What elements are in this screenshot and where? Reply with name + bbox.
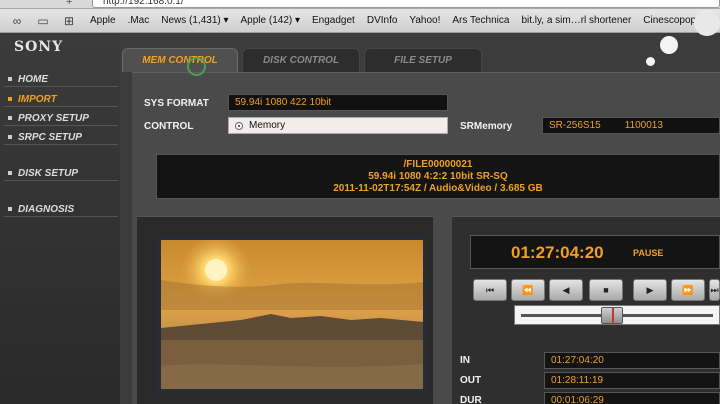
bullet-icon: [8, 116, 12, 120]
nav-item-label: DIAGNOSIS: [18, 203, 75, 215]
bookmark-apple[interactable]: Apple: [90, 15, 116, 26]
nav-item-label: PROXY SETUP: [18, 112, 89, 124]
dur-value: 00:01:06:29: [544, 392, 720, 404]
out-label: OUT: [460, 375, 482, 386]
tab-disk-control[interactable]: DISK CONTROL: [242, 48, 360, 72]
nav-item-label: IMPORT: [18, 93, 57, 105]
nav-item-diagnosis[interactable]: DIAGNOSIS: [4, 202, 118, 217]
bookmarks-book-icon[interactable]: ▭: [34, 14, 52, 28]
new-tab-icon[interactable]: +: [66, 0, 72, 8]
tab-file-setup[interactable]: FILE SETUP: [364, 48, 482, 72]
rewind-button[interactable]: ⏪: [511, 279, 545, 301]
bookmark-news[interactable]: News (1,431) ▾: [161, 15, 228, 26]
sys-format-label: SYS FORMAT: [144, 98, 209, 109]
skip-start-button[interactable]: ⏮: [473, 279, 507, 301]
jog-slider[interactable]: [514, 305, 720, 325]
control-value: Memory: [249, 120, 286, 131]
sunset-image: [161, 240, 423, 389]
out-row: OUT 01:28:11:19: [458, 372, 720, 390]
bookmark-mac[interactable]: .Mac: [128, 15, 150, 26]
dur-row: DUR 00:01:06:29: [458, 392, 720, 404]
dur-label: DUR: [460, 395, 482, 404]
radio-icon: [235, 121, 243, 130]
srmemory-id: 1100013: [624, 120, 663, 131]
srmemory-model: SR-256S15: [549, 120, 601, 131]
srmemory-label: SRMemory: [460, 121, 513, 132]
click-indicator-ring: [187, 57, 206, 76]
bullet-icon: [8, 77, 12, 81]
overlay-dot-corner: [694, 10, 720, 36]
address-field[interactable]: http://192.168.0.1/: [92, 0, 720, 8]
in-value: 01:27:04:20: [544, 352, 720, 369]
timecode-display: 01:27:04:20 PAUSE: [470, 235, 720, 269]
control-memory-radio[interactable]: Memory: [228, 117, 448, 134]
in-label: IN: [460, 355, 470, 366]
sony-logo: SONY: [14, 39, 64, 55]
nav-item-home[interactable]: HOME: [4, 72, 118, 87]
slider-thumb[interactable]: [601, 307, 623, 324]
srmemory-value: SR-256S15 1100013: [542, 117, 720, 134]
bookmark-yahoo[interactable]: Yahoo!: [409, 15, 440, 26]
bookmark-dvinfo[interactable]: DVInfo: [367, 15, 398, 26]
nav-item-label: HOME: [18, 73, 48, 85]
stop-button[interactable]: ■: [589, 279, 623, 301]
out-value: 01:28:11:19: [544, 372, 720, 389]
file-format: 59.94i 1080 4:2:2 10bit SR-SQ: [368, 170, 508, 182]
tab-bar: MEM CONTROL DISK CONTROL FILE SETUP: [120, 48, 720, 72]
sidebar: SONY HOME IMPORT PROXY SETUP SRPC SETUP …: [0, 34, 120, 404]
nav-item-srpc-setup[interactable]: SRPC SETUP: [4, 130, 118, 145]
bookmarks-bar: ∞ ▭ ⊞ Apple .Mac News (1,431) ▾ Apple (1…: [0, 9, 720, 33]
playback-state: PAUSE: [633, 248, 664, 258]
app-area: SONY HOME IMPORT PROXY SETUP SRPC SETUP …: [0, 34, 720, 404]
step-back-button[interactable]: ◀: [549, 279, 583, 301]
control-label: CONTROL: [144, 121, 194, 132]
bullet-icon: [8, 207, 12, 211]
play-button[interactable]: ▶: [633, 279, 667, 301]
top-sites-grid-icon[interactable]: ⊞: [60, 14, 78, 28]
nav-item-label: DISK SETUP: [18, 167, 79, 179]
video-preview-image: [158, 237, 426, 392]
file-name: /FILE00000021: [403, 158, 473, 170]
fast-forward-button[interactable]: ⏩: [671, 279, 705, 301]
file-details: 2011-11-02T17:54Z / Audio&Video / 3.685 …: [333, 182, 543, 194]
bookmark-engadget[interactable]: Engadget: [312, 15, 355, 26]
nav-item-label: SRPC SETUP: [18, 131, 82, 143]
sys-format-value: 59.94i 1080 422 10bit: [228, 94, 448, 111]
in-row: IN 01:27:04:20: [458, 352, 720, 370]
bullet-icon: [8, 135, 12, 139]
bookmark-bitly[interactable]: bit.ly, a sim…rl shortener: [521, 15, 631, 26]
tab-mem-control[interactable]: MEM CONTROL: [122, 48, 238, 72]
file-info-box: /FILE00000021 59.94i 1080 4:2:2 10bit SR…: [156, 154, 720, 199]
bullet-icon: [8, 97, 12, 101]
nav-item-proxy-setup[interactable]: PROXY SETUP: [4, 111, 118, 126]
overlay-dot-small: [646, 57, 655, 66]
timecode: 01:27:04:20: [511, 243, 604, 262]
overlay-dot-large: [660, 36, 678, 54]
reading-list-icon[interactable]: ∞: [8, 14, 26, 28]
nav-item-import[interactable]: IMPORT: [4, 92, 118, 107]
nav-item-disk-setup[interactable]: DISK SETUP: [4, 166, 118, 181]
bookmark-apple-folder[interactable]: Apple (142) ▾: [241, 15, 301, 26]
browser-url-bar: + http://192.168.0.1/: [0, 0, 720, 9]
skip-end-button[interactable]: ⏭: [709, 279, 720, 301]
bullet-icon: [8, 171, 12, 175]
bookmark-ars-technica[interactable]: Ars Technica: [452, 15, 509, 26]
